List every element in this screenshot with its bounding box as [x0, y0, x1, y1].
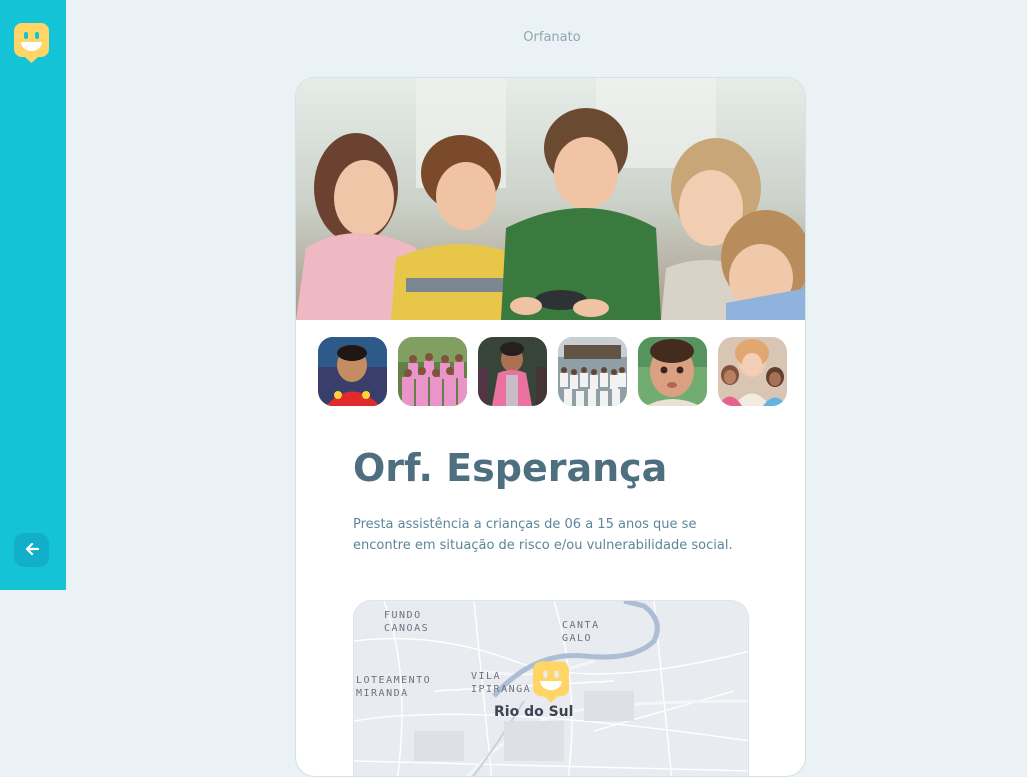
back-button[interactable] [14, 533, 49, 567]
page-title: Orfanato [523, 30, 581, 45]
orphanage-about: Presta assistência a crianças de 06 a 15… [353, 517, 733, 553]
gallery-thumb[interactable] [558, 337, 627, 406]
orphanage-name: Orf. Esperança [353, 446, 668, 490]
map-label: VILA IPIRANGA [471, 671, 532, 695]
map-city-label: Rio do Sul [494, 704, 574, 720]
sidebar [0, 0, 66, 590]
orphanage-details-card: Orf. Esperança Presta assistência a cria… [295, 77, 806, 777]
gallery-thumb[interactable] [638, 337, 707, 406]
gallery-thumb[interactable] [318, 337, 387, 406]
location-map[interactable]: FUNDO CANOAS CANTA GALO LOTEAMENTO MIRAN… [353, 600, 749, 776]
gallery-thumb[interactable] [478, 337, 547, 406]
smiley-pin-icon[interactable] [533, 661, 569, 703]
photo-gallery [318, 337, 787, 406]
gallery-thumb[interactable] [398, 337, 467, 406]
map-label: FUNDO CANOAS [384, 610, 430, 634]
arrow-left-icon [25, 541, 39, 560]
map-label: CANTA GALO [562, 620, 600, 644]
smiley-pin-icon[interactable] [14, 23, 49, 63]
hero-photo [296, 78, 805, 320]
map-label: LOTEAMENTO MIRANDA [356, 675, 432, 699]
gallery-thumb[interactable] [718, 337, 787, 406]
